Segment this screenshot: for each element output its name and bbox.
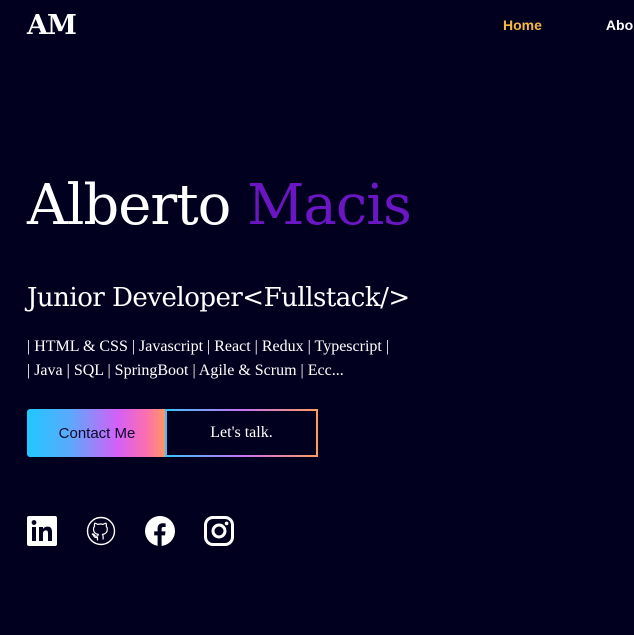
contact-me-button[interactable]: Contact Me — [27, 409, 167, 457]
hero-last-name: Macis — [247, 173, 412, 238]
nav-item-about[interactable]: Abo — [606, 17, 633, 33]
hero-first-name: Alberto — [27, 173, 231, 238]
github-icon[interactable] — [86, 516, 116, 546]
hero-name: Alberto Macis — [27, 166, 412, 246]
main-nav: Home Abo — [503, 17, 633, 33]
skills-line: | Java | SQL | SpringBoot | Agile & Scru… — [27, 362, 344, 379]
lets-talk-button[interactable]: Let's talk. — [165, 409, 318, 457]
facebook-icon[interactable] — [145, 516, 175, 546]
site-logo[interactable]: AM — [27, 10, 77, 41]
skills-list: | HTML & CSS | Javascript | React | Redu… — [27, 335, 389, 383]
instagram-icon[interactable] — [204, 516, 234, 546]
social-links — [27, 516, 234, 546]
linkedin-icon[interactable] — [27, 516, 57, 546]
nav-item-home[interactable]: Home — [503, 17, 542, 33]
skills-line: | HTML & CSS | Javascript | React | Redu… — [27, 338, 390, 355]
portfolio-page: AM Home Abo Alberto Macis Junior Develop… — [0, 0, 634, 635]
hero-role: Junior Developer<Fullstack/> — [27, 283, 410, 313]
